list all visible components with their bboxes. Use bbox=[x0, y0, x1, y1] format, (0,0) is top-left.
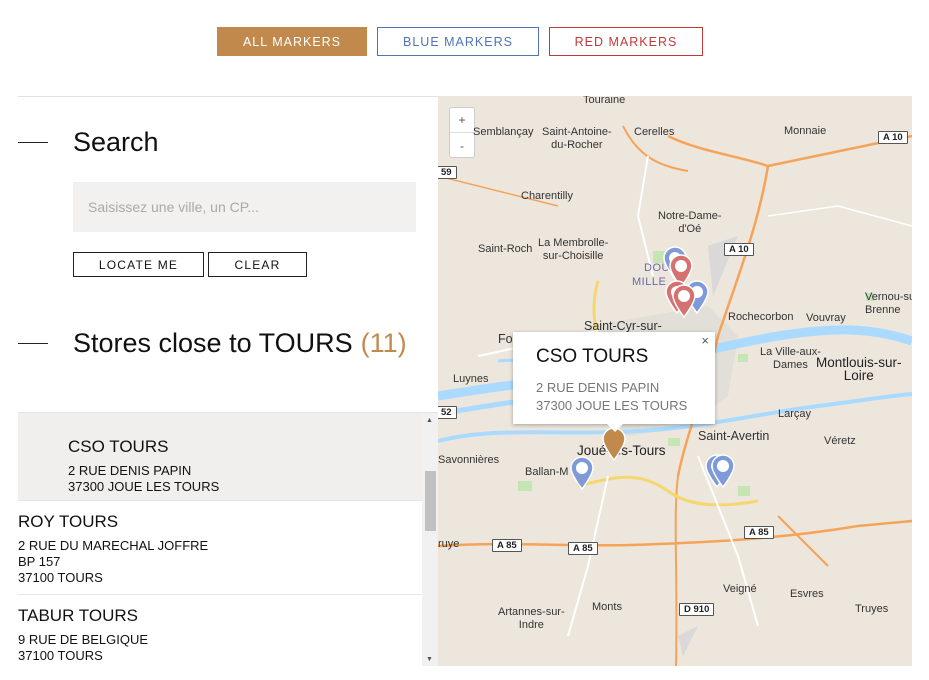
store-address: 2 RUE DU MARECHAL JOFFRE bbox=[18, 538, 209, 553]
road-shield: A 10 bbox=[724, 243, 754, 256]
road-shield: A 85 bbox=[492, 539, 522, 552]
place-label: Larçay bbox=[778, 408, 812, 420]
place-label: Veigné bbox=[723, 583, 757, 595]
road-shield: A 85 bbox=[568, 542, 598, 555]
place-label: Saint-Avertin bbox=[698, 429, 770, 443]
all-markers-button[interactable]: ALL MARKERS bbox=[217, 27, 367, 56]
road-shield: D 910 bbox=[679, 603, 715, 616]
store-list-item[interactable]: ROY TOURS 2 RUE DU MARECHAL JOFFRE BP 15… bbox=[18, 501, 422, 595]
stores-count: (11) bbox=[360, 328, 407, 358]
red-markers-button[interactable]: RED MARKERS bbox=[549, 27, 703, 56]
place-label: Montlouis-sur- Loire bbox=[816, 355, 902, 383]
scrollbar-thumb[interactable] bbox=[425, 471, 436, 531]
place-label: Luynes bbox=[453, 373, 489, 385]
road-shield: A 85 bbox=[744, 526, 774, 539]
store-locator-panel: Search LOCATE ME CLEAR Stores close to T… bbox=[18, 96, 438, 680]
place-label: Touraine bbox=[583, 96, 626, 106]
place-label: Savonnières bbox=[438, 454, 500, 466]
place-label: Saint-Antoine- du-Rocher bbox=[542, 126, 612, 151]
store-info-popup: CSO TOURS 2 RUE DENIS PAPIN 37300 JOUE L… bbox=[513, 332, 715, 432]
store-city: 37300 JOUE LES TOURS bbox=[68, 479, 220, 494]
place-label: Notre-Dame- d'Oé bbox=[658, 210, 722, 235]
place-label: Fo bbox=[498, 332, 513, 346]
heading-dash bbox=[18, 343, 48, 344]
place-label: Véretz bbox=[824, 435, 856, 447]
popup-title: CSO TOURS bbox=[536, 346, 649, 367]
place-label: Esvres bbox=[790, 588, 824, 600]
place-label: Ballan-M bbox=[525, 466, 569, 478]
place-label: Rochecorbon bbox=[728, 311, 794, 323]
stores-title: Stores close to TOURS bbox=[73, 328, 353, 358]
store-list-item[interactable]: CSO TOURS 2 RUE DENIS PAPIN 37300 JOUE L… bbox=[18, 413, 422, 501]
store-list[interactable]: CSO TOURS 2 RUE DENIS PAPIN 37300 JOUE L… bbox=[18, 412, 438, 666]
place-label: La Membrolle- sur-Choisille bbox=[538, 237, 609, 262]
search-title: Search bbox=[73, 127, 159, 157]
road-shield: 59 bbox=[438, 166, 457, 179]
place-label: La Ville-aux- Dames bbox=[760, 346, 821, 371]
store-po-box: BP 157 bbox=[18, 554, 61, 569]
list-scrollbar[interactable]: ▲ ▼ bbox=[422, 413, 438, 666]
place-label: Truyes bbox=[855, 603, 889, 615]
store-name: CSO TOURS bbox=[68, 437, 169, 456]
place-label: Saint-Roch bbox=[478, 243, 533, 255]
zoom-control: + - bbox=[449, 107, 475, 158]
blue-marker-icon[interactable] bbox=[569, 456, 595, 490]
place-label: Artannes-sur- Indre bbox=[498, 606, 565, 631]
popup-address: 2 RUE DENIS PAPIN bbox=[536, 380, 660, 395]
red-marker-icon[interactable] bbox=[671, 284, 697, 318]
store-name: ROY TOURS bbox=[18, 512, 119, 531]
zoom-in-button[interactable]: + bbox=[450, 108, 474, 133]
marker-filter-bar: ALL MARKERS BLUE MARKERS RED MARKERS bbox=[0, 27, 929, 57]
zoom-out-button[interactable]: - bbox=[450, 133, 474, 158]
place-label: Monnaie bbox=[784, 125, 827, 137]
store-name: TABUR TOURS bbox=[18, 606, 138, 625]
brown-marker-icon[interactable] bbox=[601, 427, 627, 461]
place-label: Semblançay bbox=[473, 126, 534, 138]
clear-button[interactable]: CLEAR bbox=[208, 252, 307, 277]
road-shield: A 10 bbox=[878, 131, 908, 144]
store-city: 37100 TOURS bbox=[18, 570, 103, 585]
blue-markers-button[interactable]: BLUE MARKERS bbox=[377, 27, 539, 56]
search-input[interactable] bbox=[73, 182, 416, 232]
popup-city: 37300 JOUE LES TOURS bbox=[536, 398, 688, 413]
search-heading: Search bbox=[18, 127, 159, 158]
store-city: 37100 TOURS bbox=[18, 648, 103, 663]
store-map[interactable]: + - Touraine Semblançay Saint-Antoine- d… bbox=[438, 96, 912, 666]
heading-dash bbox=[18, 142, 48, 143]
place-label: Vernou-su Brenne bbox=[865, 291, 912, 316]
close-icon[interactable]: × bbox=[701, 333, 709, 348]
store-address: 9 RUE DE BELGIQUE bbox=[18, 632, 149, 647]
scroll-down-arrow-icon[interactable]: ▼ bbox=[426, 656, 433, 663]
place-label: Cerelles bbox=[634, 126, 675, 138]
road-shield: 52 bbox=[438, 406, 457, 419]
blue-marker-icon[interactable] bbox=[710, 454, 736, 488]
place-label: Monts bbox=[592, 601, 622, 613]
place-label: ruye bbox=[438, 538, 460, 550]
stores-heading: Stores close to TOURS (11) bbox=[18, 328, 407, 359]
place-label: Vouvray bbox=[806, 312, 846, 324]
place-label: Charentilly bbox=[521, 190, 573, 202]
popup-tip bbox=[607, 424, 623, 432]
store-address: 2 RUE DENIS PAPIN bbox=[68, 463, 192, 478]
scroll-up-arrow-icon[interactable]: ▲ bbox=[426, 417, 433, 424]
store-list-item[interactable]: TABUR TOURS 9 RUE DE BELGIQUE 37100 TOUR… bbox=[18, 595, 422, 666]
locate-me-button[interactable]: LOCATE ME bbox=[73, 252, 204, 277]
